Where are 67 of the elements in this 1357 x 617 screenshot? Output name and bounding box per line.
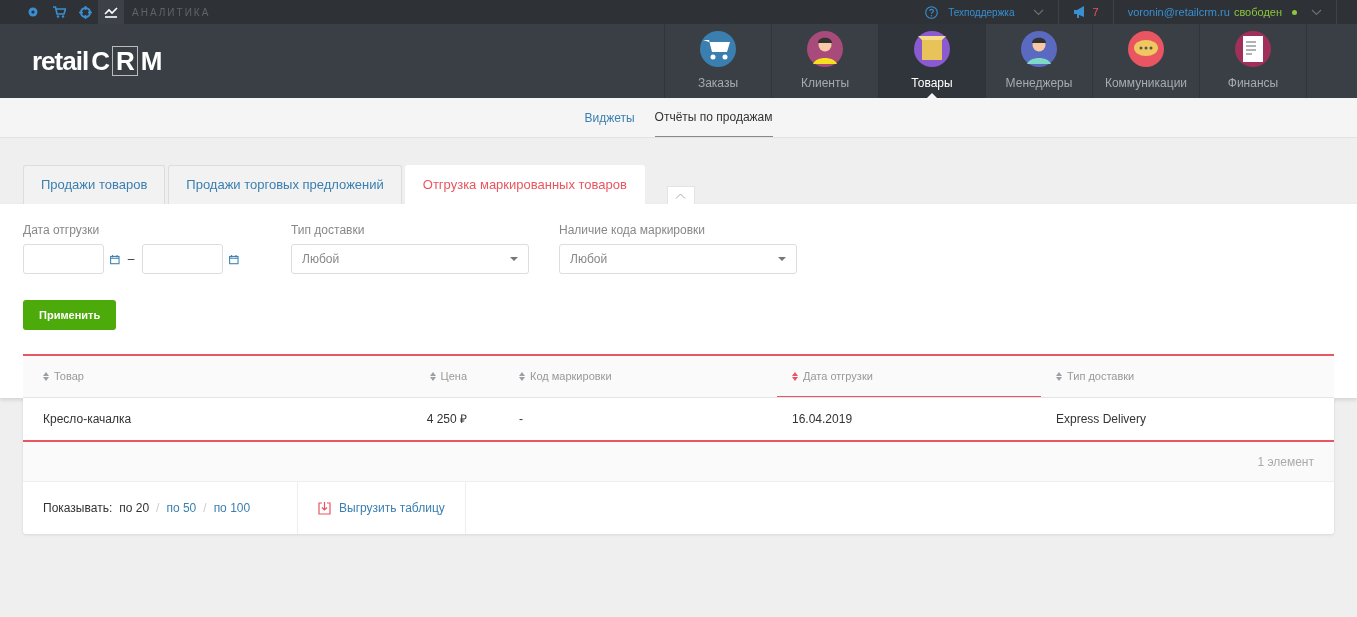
dropdown-caret-icon	[778, 257, 786, 261]
document-icon	[1234, 30, 1272, 68]
date-to-field[interactable]	[142, 244, 224, 274]
nav-tab[interactable]: Менеджеры	[986, 24, 1093, 98]
chevron-up-icon	[675, 192, 687, 199]
table-cell-text: -	[518, 411, 524, 428]
column-header[interactable]: Товар	[23, 356, 383, 397]
subnav-link[interactable]: Отчёты по продажам	[654, 98, 773, 137]
sort-icon	[792, 371, 798, 381]
chat-bubble-icon	[1127, 30, 1165, 68]
help-icon	[925, 5, 939, 19]
field-label: Наличие кода маркировки	[559, 222, 707, 239]
cart-icon	[699, 30, 737, 68]
select-field[interactable]: Любой	[559, 244, 797, 274]
date-from-field[interactable]	[23, 244, 104, 274]
crosshair-icon	[78, 5, 92, 19]
page-size-label: Показывать:	[43, 500, 113, 517]
chevron-down-icon	[1032, 8, 1044, 16]
nav-tab[interactable]: Финансы	[1200, 24, 1307, 98]
woman-avatar-icon	[1020, 30, 1058, 68]
chevron-down-icon	[1311, 8, 1322, 16]
column-header[interactable]: Тип доставки	[1041, 356, 1334, 397]
column-header[interactable]: Код маркировки	[487, 356, 777, 397]
sort-icon	[1056, 372, 1062, 381]
table-cell-text: 16.04.2019	[791, 411, 854, 428]
page-size-link[interactable]: по 20	[119, 499, 150, 517]
notification-count: 7	[1092, 4, 1099, 20]
field-label: Тип доставки	[291, 222, 366, 239]
dropdown-caret-icon	[510, 257, 518, 261]
sort-icon	[43, 372, 49, 381]
apply-button[interactable]: Применить	[23, 300, 117, 330]
nav-tab[interactable]: Заказы	[665, 24, 772, 98]
page-size-link[interactable]: по 50	[166, 499, 197, 517]
export-link[interactable]: Выгрузить таблицу	[298, 482, 466, 534]
field-label: Дата отгрузки	[23, 222, 101, 239]
man-avatar-icon	[806, 30, 844, 68]
report-tab[interactable]: Продажи торговых предложений	[168, 165, 402, 204]
row-count: 1 элемент	[1257, 453, 1314, 471]
column-header[interactable]: Дата отгрузки	[777, 356, 1041, 397]
user-email-link[interactable]: voronin@retailcrm.ru	[1127, 3, 1230, 21]
nav-tab[interactable]: Коммуникации	[1093, 24, 1200, 98]
page-size-separator: /	[156, 500, 160, 517]
download-icon	[318, 501, 331, 515]
user-status: свободен	[1233, 4, 1282, 20]
logo: retailC R M	[32, 44, 163, 78]
box-icon	[913, 30, 951, 68]
table-cell-text: Кресло-качалка	[42, 411, 133, 428]
range-separator: –	[127, 251, 135, 268]
line-chart-icon	[104, 6, 118, 18]
page-size-link[interactable]: по 100	[213, 499, 251, 517]
sort-icon	[429, 372, 436, 381]
cart-icon	[52, 6, 66, 18]
sort-icon	[519, 372, 525, 381]
table-cell-text: 4 250 ₽	[425, 411, 468, 428]
toolbar-button[interactable]	[98, 0, 124, 24]
page-size-separator: /	[203, 500, 207, 517]
table-cell-text: Express Delivery	[1055, 411, 1148, 428]
support-link[interactable]: Техподдержка	[948, 4, 1015, 20]
calendar-icon[interactable]	[110, 253, 120, 265]
subnav-link[interactable]: Виджеты	[584, 98, 635, 137]
report-tab[interactable]: Продажи товаров	[23, 165, 166, 204]
megaphone-icon	[1072, 6, 1087, 18]
column-header[interactable]: Цена	[383, 356, 487, 397]
report-tab[interactable]: Отгрузка маркированных товаров	[404, 165, 645, 204]
nav-tab[interactable]: Товары	[879, 24, 986, 98]
calendar-icon[interactable]	[229, 253, 239, 265]
select-field[interactable]: Любой	[291, 244, 529, 274]
